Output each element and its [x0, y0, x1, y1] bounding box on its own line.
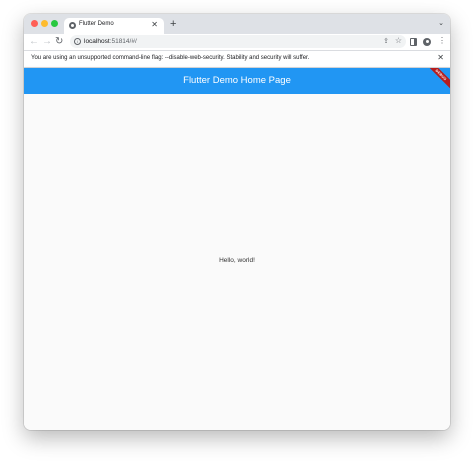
window-close-button[interactable]: [31, 20, 38, 27]
address-bar[interactable]: i localhost:51814/#/ ⇪ ☆: [70, 35, 406, 48]
url-host: localhost: [84, 38, 110, 45]
back-icon[interactable]: ←: [29, 35, 39, 49]
globe-icon: [69, 22, 76, 29]
tab-title: Flutter Demo: [79, 21, 114, 27]
new-tab-icon[interactable]: +: [170, 18, 176, 30]
url-text[interactable]: localhost:51814/#/: [84, 38, 137, 45]
infobar-message: You are using an unsupported command-lin…: [31, 55, 310, 61]
app-bar: Flutter Demo Home Page DEBUG: [24, 68, 450, 94]
window-zoom-button[interactable]: [51, 20, 58, 27]
side-panel-icon[interactable]: [410, 38, 417, 46]
tab-strip: Flutter Demo ✕ + ⌄: [24, 14, 450, 34]
tab-flutter-demo[interactable]: Flutter Demo ✕: [64, 18, 164, 34]
browser-toolbar: ← → ↻ i localhost:51814/#/ ⇪ ☆ ⋮: [24, 34, 450, 50]
url-path: :51814/#/: [109, 38, 137, 45]
infobar-close-icon[interactable]: ✕: [437, 53, 444, 62]
browser-menu-icon[interactable]: ⋮: [438, 37, 446, 45]
app-body: Hello, world!: [24, 94, 450, 430]
window-minimize-button[interactable]: [41, 20, 48, 27]
info-icon[interactable]: i: [74, 38, 81, 45]
tab-close-icon[interactable]: ✕: [151, 20, 158, 29]
chevron-down-icon[interactable]: ⌄: [438, 19, 444, 27]
reload-icon[interactable]: ↻: [55, 35, 63, 49]
page-title: Flutter Demo Home Page: [183, 75, 291, 86]
warning-infobar: You are using an unsupported command-lin…: [24, 50, 450, 68]
forward-icon[interactable]: →: [42, 35, 52, 49]
browser-window: Flutter Demo ✕ + ⌄ ← → ↻ i localhost:518…: [24, 14, 450, 430]
hello-text: Hello, world!: [219, 257, 255, 264]
share-icon[interactable]: ⇪: [383, 37, 389, 45]
profile-avatar-icon[interactable]: [423, 38, 431, 46]
bookmark-star-icon[interactable]: ☆: [395, 36, 402, 45]
